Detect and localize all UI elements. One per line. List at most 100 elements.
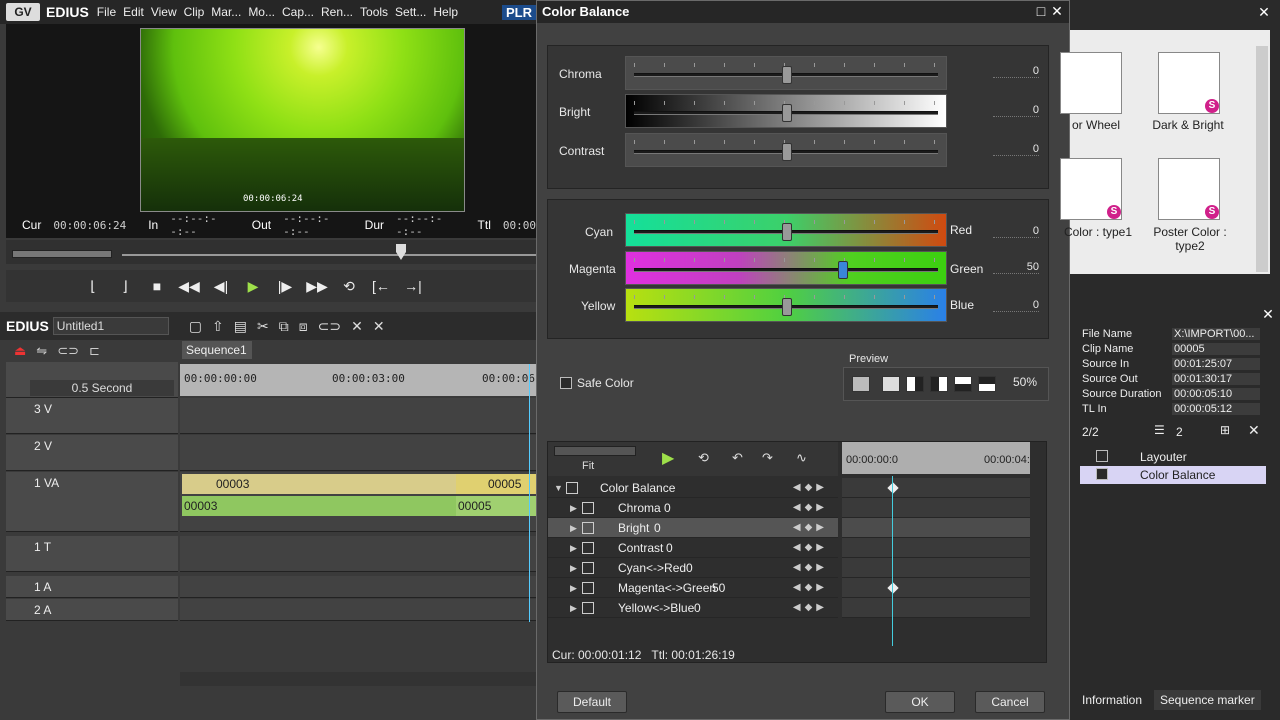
magenta-green-value[interactable]: 50 xyxy=(993,261,1039,274)
menu-edit[interactable]: Edit xyxy=(123,5,144,19)
chroma-value[interactable]: 0 xyxy=(993,65,1039,78)
close-icon[interactable]: ✕ xyxy=(1256,4,1272,20)
ok-button[interactable]: OK xyxy=(885,691,955,713)
ripple-icon[interactable]: ✕ xyxy=(351,318,363,335)
layer-list-icon[interactable]: ☰ xyxy=(1154,423,1165,437)
preview-percent[interactable]: 50% xyxy=(1013,375,1037,389)
kf-row-chroma[interactable]: ▶ Chroma 0 ◀◆▶ xyxy=(548,498,838,518)
safe-color-checkbox[interactable] xyxy=(560,377,572,389)
audio-clip[interactable]: 00003 xyxy=(182,496,456,516)
menu-file[interactable]: File xyxy=(97,5,116,19)
track-2v[interactable]: 2 V xyxy=(6,435,178,471)
menu-view[interactable]: View xyxy=(151,5,177,19)
kf-lane[interactable] xyxy=(842,478,1030,498)
new-icon[interactable]: ▢ xyxy=(189,318,202,335)
layer-checkbox[interactable] xyxy=(1096,468,1108,480)
cut-icon[interactable]: ✂ xyxy=(257,318,269,335)
preview-split-bottom-icon[interactable] xyxy=(978,376,996,392)
shuttle-slider[interactable] xyxy=(12,250,112,258)
kf-checkbox[interactable] xyxy=(582,522,594,534)
layer-link-icon[interactable]: ⊞ xyxy=(1220,423,1230,437)
step-forward-icon[interactable]: |▶ xyxy=(272,275,298,297)
delete-icon[interactable]: ✕ xyxy=(1248,422,1260,439)
kf-checkbox[interactable] xyxy=(582,502,594,514)
audio-clip[interactable]: 00005 xyxy=(456,496,536,516)
bright-knob[interactable] xyxy=(782,104,792,122)
link-icon[interactable]: ⊂⊃ xyxy=(318,318,341,335)
kf-row-magenta-green[interactable]: ▶ Magenta<->Green 50 ◀◆▶ xyxy=(548,578,838,598)
menu-marker[interactable]: Mar... xyxy=(211,5,241,19)
kf-lane[interactable] xyxy=(842,498,1030,518)
menu-mode[interactable]: Mo... xyxy=(248,5,275,19)
effect-dark-bright[interactable]: S xyxy=(1158,52,1220,114)
kf-row-contrast[interactable]: ▶ Contrast 0 ◀◆▶ xyxy=(548,538,838,558)
tab-information[interactable]: Information xyxy=(1076,690,1148,710)
contrast-slider[interactable] xyxy=(625,133,947,167)
copy-icon[interactable]: ⧉ xyxy=(279,318,289,335)
track-lane-3v[interactable] xyxy=(180,398,536,434)
menu-clip[interactable]: Clip xyxy=(184,5,205,19)
kf-redo-icon[interactable]: ↷ xyxy=(762,450,773,466)
chroma-slider[interactable] xyxy=(625,56,947,90)
preview-full-icon[interactable] xyxy=(882,376,900,392)
step-back-icon[interactable]: ◀| xyxy=(208,275,234,297)
set-out-icon[interactable]: ⌋ xyxy=(112,275,138,297)
play-icon[interactable]: ▶ xyxy=(240,275,266,297)
yellow-blue-knob[interactable] xyxy=(782,298,792,316)
yellow-blue-slider[interactable] xyxy=(625,288,947,322)
kf-loop-icon[interactable]: ⟲ xyxy=(698,450,709,466)
kf-row-bright[interactable]: ▶ Bright 0 ◀◆▶ xyxy=(548,518,838,538)
position-knob[interactable] xyxy=(396,244,406,260)
track-1a[interactable]: 1 A xyxy=(6,576,178,598)
menu-tools[interactable]: Tools xyxy=(360,5,388,19)
position-bar[interactable] xyxy=(122,254,536,256)
kf-checkbox[interactable] xyxy=(566,482,578,494)
rewind-icon[interactable]: ◀◀ xyxy=(176,275,202,297)
save-icon[interactable]: ▤ xyxy=(234,318,247,335)
loop-icon[interactable]: ⟲ xyxy=(336,275,362,297)
kf-row-color-balance[interactable]: ▼ Color Balance ◀◆▶ xyxy=(548,478,838,498)
maximize-icon[interactable]: □ xyxy=(1033,3,1049,19)
default-button[interactable]: Default xyxy=(557,691,627,713)
contrast-value[interactable]: 0 xyxy=(993,143,1039,156)
kf-graph-icon[interactable]: ∿ xyxy=(796,450,807,466)
stop-icon[interactable]: ■ xyxy=(144,275,170,297)
layer-item-selected[interactable]: Color Balance xyxy=(1080,466,1266,484)
snap-icon[interactable]: ⊏ xyxy=(89,343,100,359)
timeline-scrollbar[interactable] xyxy=(180,672,536,686)
cyan-red-knob[interactable] xyxy=(782,223,792,241)
kf-row-cyan-red[interactable]: ▶ Cyan<->Red 0 ◀◆▶ xyxy=(548,558,838,578)
kf-lane[interactable] xyxy=(842,558,1030,578)
effect-color-type1[interactable]: S xyxy=(1060,158,1122,220)
kf-ruler[interactable]: 00:00:00:0 00:00:04: xyxy=(842,442,1030,474)
group-icon[interactable]: ⊂⊃ xyxy=(57,343,79,359)
track-1t[interactable]: 1 T xyxy=(6,536,178,572)
insert-icon[interactable]: [← xyxy=(368,275,394,297)
open-icon[interactable]: ⇧ xyxy=(212,318,224,335)
chroma-knob[interactable] xyxy=(782,66,792,84)
kf-play-icon[interactable]: ▶ xyxy=(662,448,674,468)
effect-color-wheel[interactable] xyxy=(1060,52,1122,114)
fast-forward-icon[interactable]: ▶▶ xyxy=(304,275,330,297)
menu-capture[interactable]: Cap... xyxy=(282,5,314,19)
overwrite-icon[interactable]: →| xyxy=(400,275,426,297)
kf-checkbox[interactable] xyxy=(582,582,594,594)
track-3v[interactable]: 3 V xyxy=(6,398,178,434)
magenta-green-knob[interactable] xyxy=(838,261,849,279)
preview-split-right-icon[interactable] xyxy=(930,376,948,392)
pencil-icon[interactable] xyxy=(852,376,870,392)
track-align-icon[interactable]: ⇋ xyxy=(36,343,47,359)
close-icon[interactable]: ✕ xyxy=(1049,3,1065,19)
kf-row-yellow-blue[interactable]: ▶ Yellow<->Blue 0 ◀◆▶ xyxy=(548,598,838,618)
tab-sequence-marker[interactable]: Sequence marker xyxy=(1154,690,1261,710)
kf-checkbox[interactable] xyxy=(582,602,594,614)
track-lane-1t[interactable] xyxy=(180,536,536,572)
menu-settings[interactable]: Sett... xyxy=(395,5,426,19)
paste-icon[interactable]: ⧈ xyxy=(299,318,308,335)
track-lane-2a[interactable] xyxy=(180,599,536,621)
timescale-select[interactable]: 0.5 Second xyxy=(30,380,174,396)
menu-help[interactable]: Help xyxy=(433,5,458,19)
kf-lane[interactable] xyxy=(842,538,1030,558)
kf-checkbox[interactable] xyxy=(582,542,594,554)
set-in-icon[interactable]: ⌊ xyxy=(80,275,106,297)
